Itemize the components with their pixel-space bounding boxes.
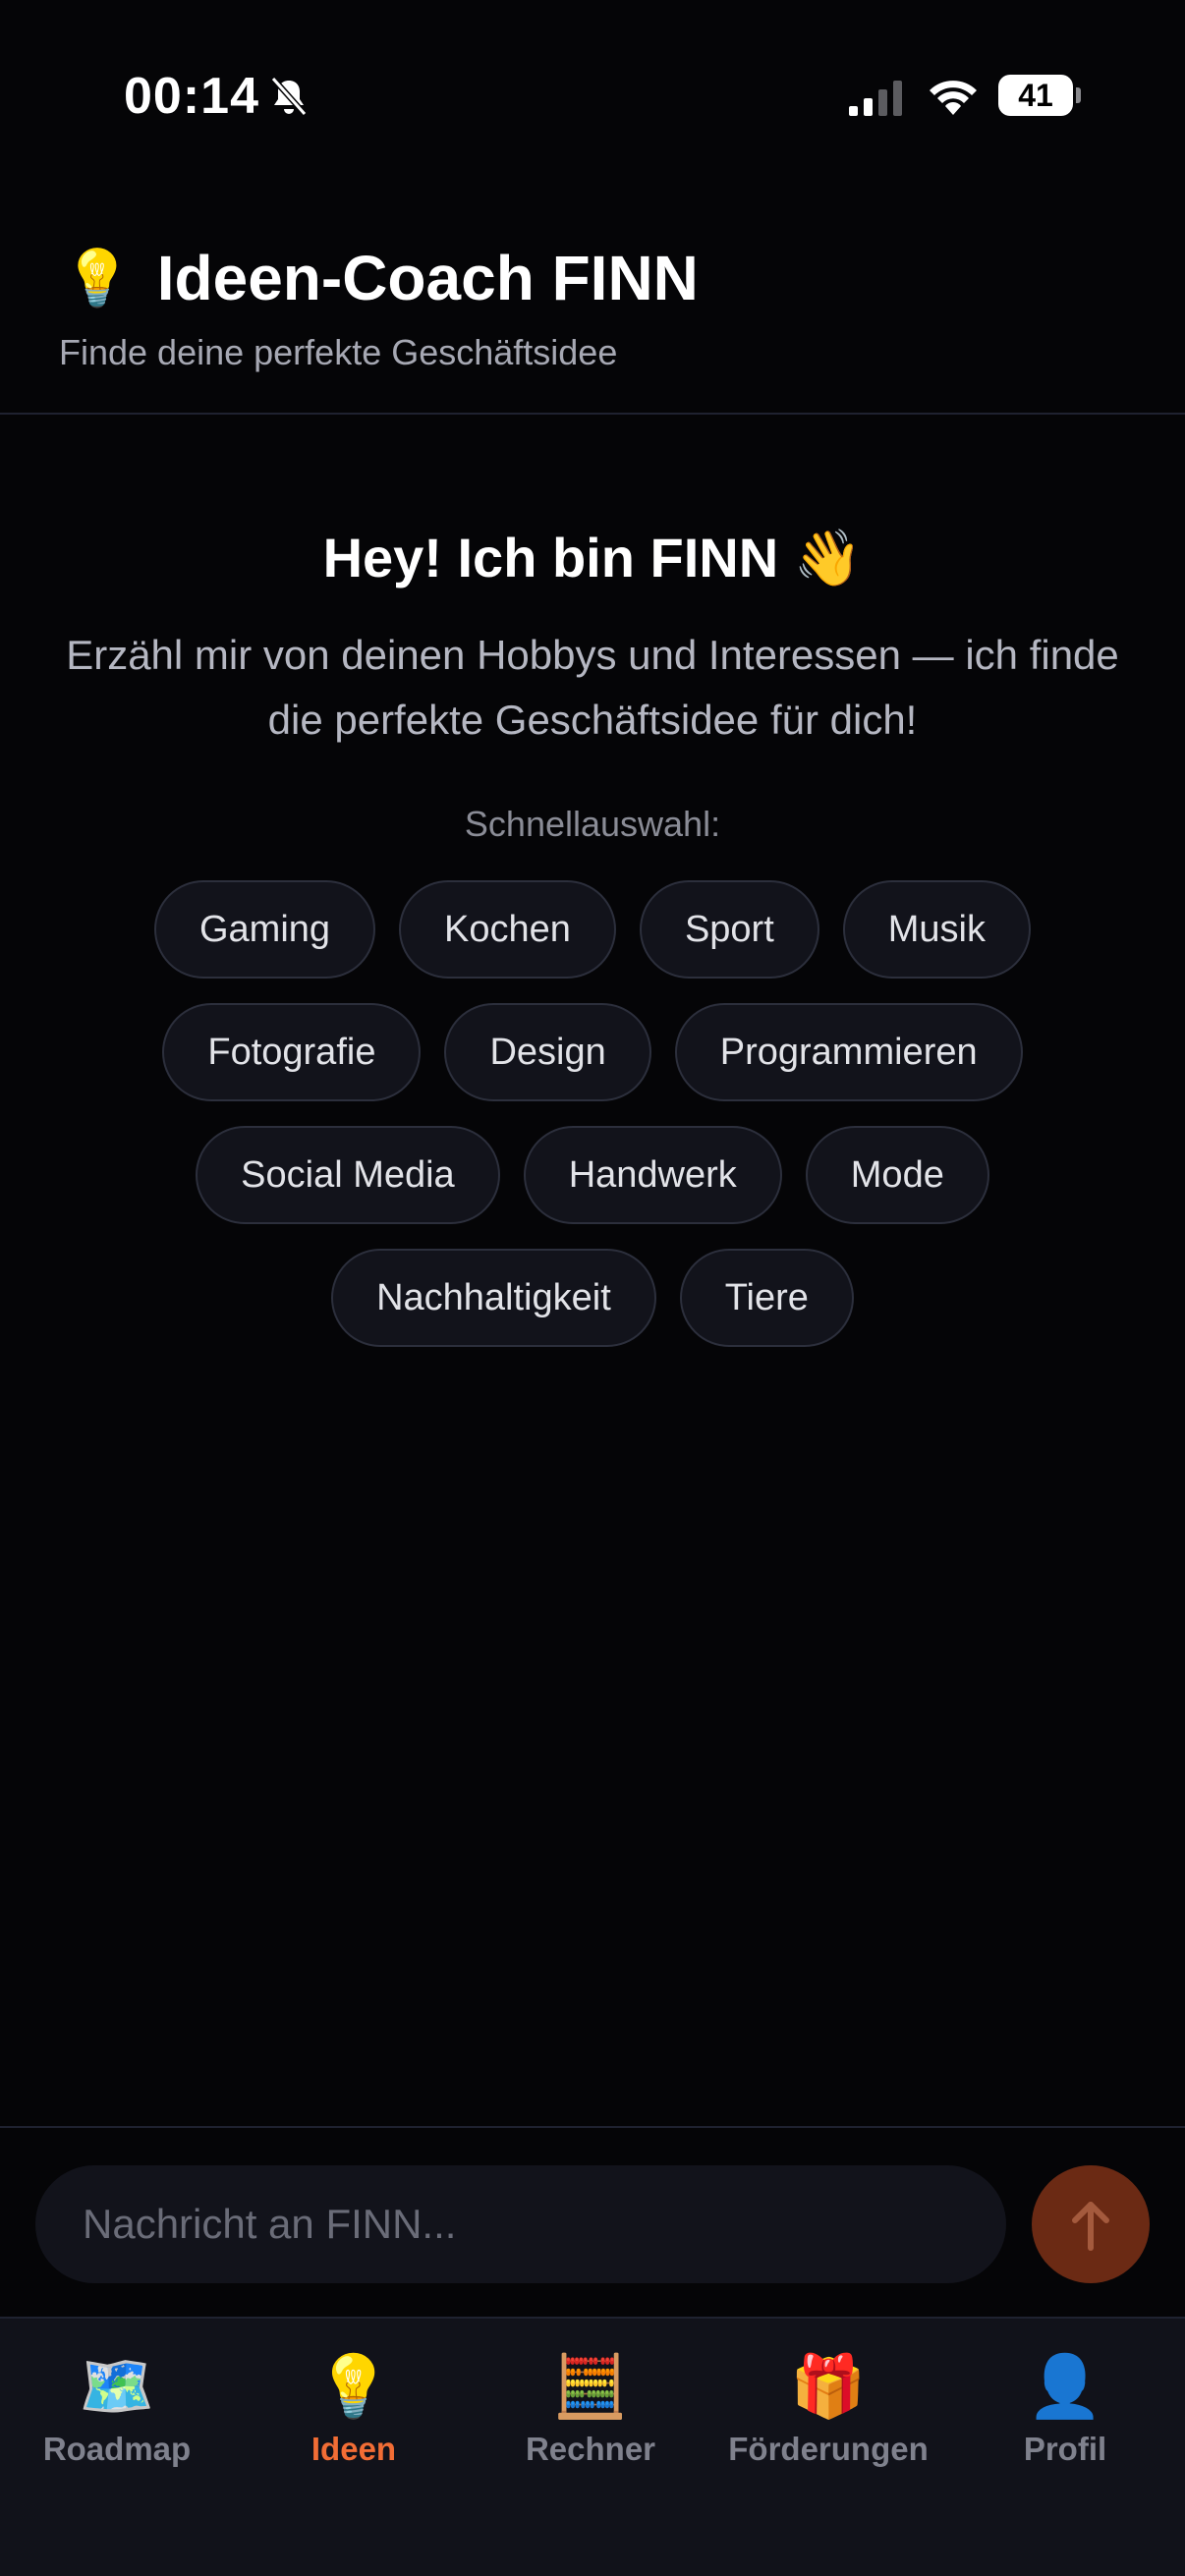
quick-select-label: Schnellauswahl:	[464, 804, 721, 844]
chip-programmieren[interactable]: Programmieren	[674, 1003, 1023, 1101]
tab-bar: 🗺️ Roadmap 💡 Ideen 🧮 Rechner 🎁 Förderung…	[0, 2317, 1185, 2576]
tab-ideen[interactable]: 💡 Ideen	[236, 2348, 472, 2468]
chip-row: Nachhaltigkeit Tiere	[0, 1249, 1185, 1347]
battery-icon: 41	[998, 75, 1081, 116]
welcome-text: Erzähl mir von deinen Hobbys und Interes…	[66, 632, 1119, 743]
message-input[interactable]	[35, 2165, 1006, 2283]
arrow-up-icon	[1072, 2202, 1109, 2251]
status-time: 00:14	[124, 68, 259, 125]
page-title: Ideen-Coach FINN	[156, 243, 699, 313]
tab-label: Profil	[1023, 2431, 1107, 2467]
header: 💡 Ideen-Coach FINN Finde deine perfekte …	[0, 196, 1185, 415]
screen: 00:14 41 💡 Ideen-Coach FINN Finde deine	[0, 0, 1185, 2576]
chip-social-media[interactable]: Social Media	[196, 1126, 500, 1224]
chip-musik[interactable]: Musik	[842, 880, 1031, 979]
chip-row: Social Media Handwerk Mode	[0, 1126, 1185, 1224]
chip-fotografie[interactable]: Fotografie	[162, 1003, 422, 1101]
signal-icon	[849, 81, 902, 116]
abacus-icon: 🧮	[552, 2353, 629, 2421]
header-title-row: 💡 Ideen-Coach FINN	[63, 244, 699, 312]
wifi-icon	[930, 81, 977, 115]
page-subtitle: Finde deine perfekte Geschäftsidee	[59, 332, 618, 372]
quick-select-chips: Gaming Kochen Sport Musik Fotografie Des…	[0, 880, 1185, 1372]
chip-tiere[interactable]: Tiere	[679, 1249, 854, 1347]
message-composer	[0, 2126, 1185, 2317]
map-icon: 🗺️	[79, 2353, 155, 2421]
tab-profil[interactable]: 👤 Profil	[947, 2348, 1183, 2468]
tab-label: Rechner	[525, 2431, 656, 2467]
chip-kochen[interactable]: Kochen	[399, 880, 616, 979]
chip-handwerk[interactable]: Handwerk	[523, 1126, 782, 1224]
welcome-section: Hey! Ich bin FINN 👋 Erzähl mir von deine…	[0, 521, 1185, 753]
chip-row: Fotografie Design Programmieren	[0, 1003, 1185, 1101]
user-icon: 👤	[1027, 2353, 1103, 2421]
lightbulb-icon: 💡	[63, 247, 132, 308]
chip-nachhaltigkeit[interactable]: Nachhaltigkeit	[331, 1249, 656, 1347]
bell-slash-icon	[270, 77, 308, 116]
battery-level: 41	[1018, 78, 1053, 113]
chip-sport[interactable]: Sport	[639, 880, 819, 979]
gift-icon: 🎁	[790, 2353, 867, 2421]
tab-label: Förderungen	[728, 2431, 929, 2467]
chip-row: Gaming Kochen Sport Musik	[0, 880, 1185, 979]
tab-label: Roadmap	[42, 2431, 192, 2467]
tab-rechner[interactable]: 🧮 Rechner	[473, 2348, 708, 2468]
send-button[interactable]	[1032, 2165, 1150, 2283]
tab-foerderungen[interactable]: 🎁 Förderungen	[710, 2348, 946, 2468]
chip-design[interactable]: Design	[444, 1003, 651, 1101]
welcome-title: Hey! Ich bin FINN 👋	[322, 527, 863, 588]
lightbulb-icon: 💡	[315, 2353, 392, 2421]
tab-roadmap[interactable]: 🗺️ Roadmap	[0, 2348, 235, 2468]
chip-gaming[interactable]: Gaming	[153, 880, 376, 979]
chip-mode[interactable]: Mode	[805, 1126, 989, 1224]
tab-label: Ideen	[310, 2431, 397, 2467]
status-bar: 00:14 41	[0, 0, 1185, 196]
